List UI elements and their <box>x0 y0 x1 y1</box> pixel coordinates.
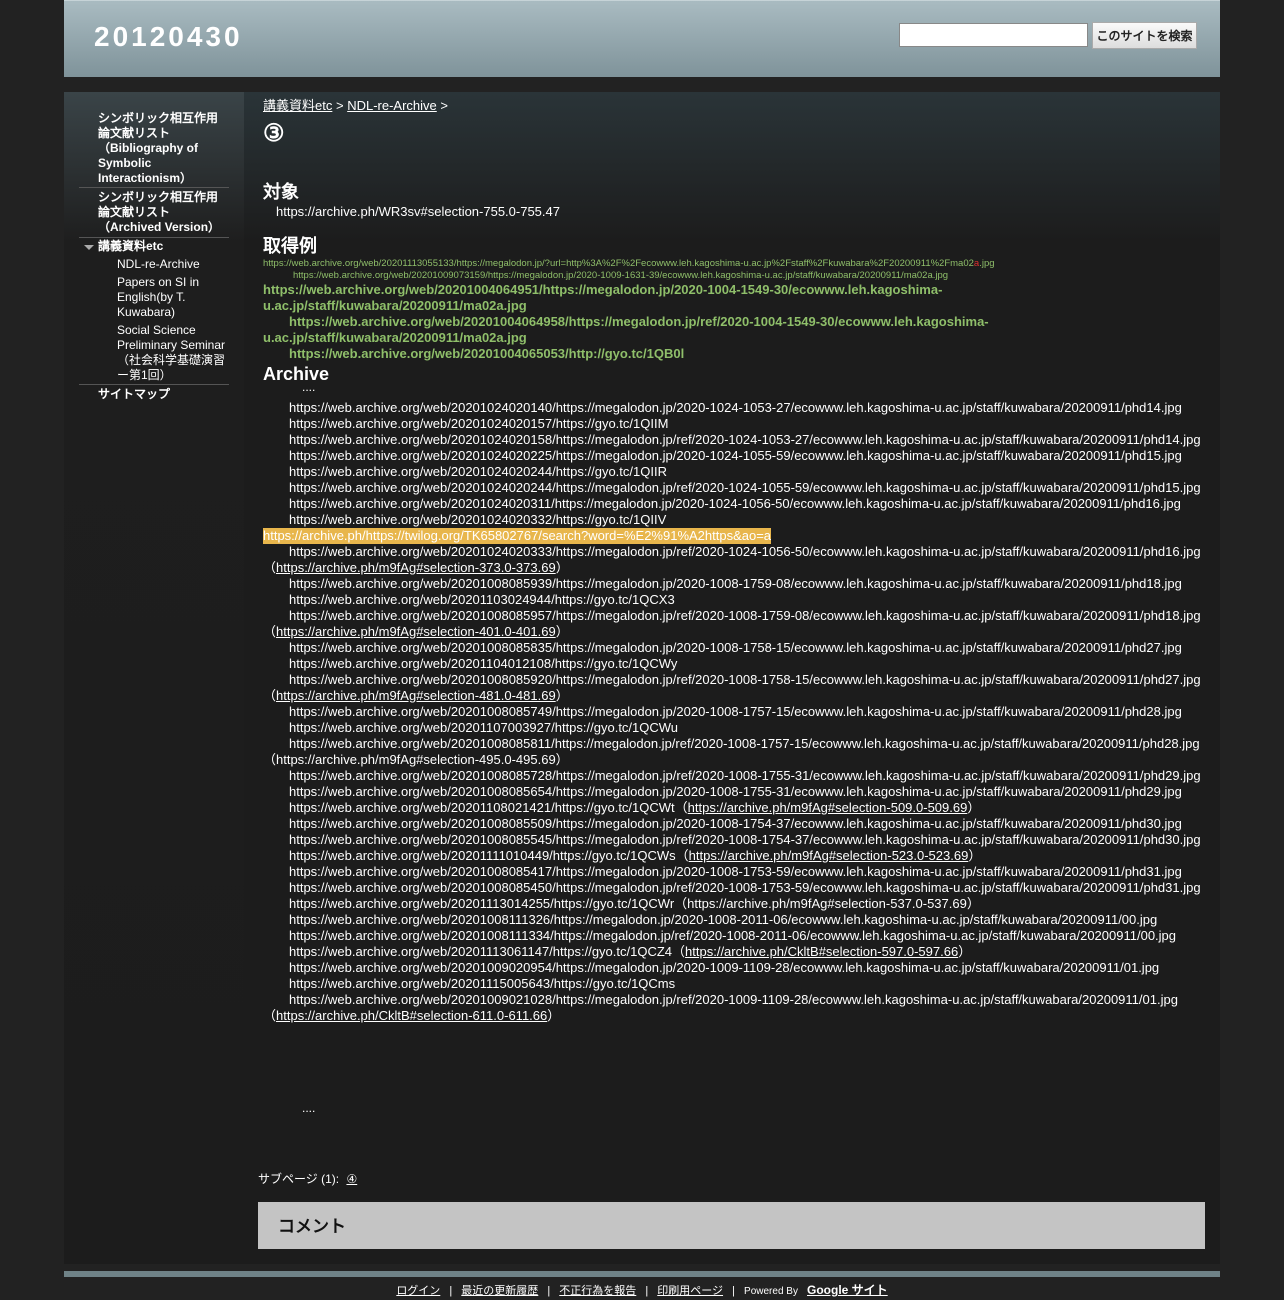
archive-line: https://web.archive.org/web/202010240201… <box>289 400 1182 415</box>
ellipsis: .... <box>302 380 316 394</box>
sidebar: シンボリック相互作用 論文献リスト （Bibliography of Symbolic… <box>64 92 244 1264</box>
example-url-3[interactable]: https://web.archive.org/web/202010040650… <box>289 346 684 362</box>
archive-line: https://web.archive.org/web/202010240203… <box>289 544 1201 559</box>
sidebar-item-lectures[interactable]: 講義資料etc <box>98 239 163 254</box>
archive-line: https://web.archive.org/web/202010081113… <box>289 928 1177 943</box>
heading-target: 対象 <box>263 182 299 202</box>
archive-ref-link[interactable]: https://archive.ph/m9fAg#selection-373.0… <box>276 560 556 575</box>
footer-separator: | <box>547 1285 551 1297</box>
archive-ref-line: （https://archive.ph/CkltB#selection-611.… <box>263 1008 561 1023</box>
sidebar-subitem-seminar[interactable]: Social Science Preliminary Seminar （社会科学基礎… <box>117 323 225 383</box>
target-url: https://archive.ph/WR3sv#selection-755.0… <box>276 204 560 219</box>
breadcrumb-link-ndl[interactable]: NDL-re-Archive <box>347 98 437 113</box>
archive-line: https://web.archive.org/web/202010080854… <box>289 864 1182 879</box>
breadcrumb-link-lectures[interactable]: 講義資料etc <box>263 98 332 113</box>
archive-line: https://web.archive.org/web/202010090209… <box>289 960 1160 975</box>
breadcrumb-separator: > <box>440 98 448 113</box>
breadcrumb: 講義資料etc > NDL-re-Archive > <box>263 98 448 114</box>
archive-line: https://web.archive.org/web/202010240201… <box>289 432 1201 447</box>
footer-login-link[interactable]: ログイン <box>396 1285 440 1297</box>
divider <box>79 384 229 385</box>
archive-line: https://web.archive.org/web/202010080856… <box>289 784 1182 799</box>
heading-example: 取得例 <box>263 236 317 256</box>
footer-separator: | <box>449 1285 453 1297</box>
main-content: 講義資料etc > NDL-re-Archive > ③ 対象 https://… <box>244 92 1220 1264</box>
example-small-url-2[interactable]: https://web.archive.org/web/202010090731… <box>293 270 948 282</box>
expand-arrow-icon[interactable] <box>84 245 94 250</box>
site-header: 20120430 このサイトを検索 <box>64 0 1220 77</box>
footer-google-sites-link[interactable]: Google サイト <box>807 1283 888 1297</box>
archive-line: https://web.archive.org/web/202010080855… <box>289 832 1201 847</box>
archive-line: https://web.archive.org/web/202010080859… <box>289 576 1182 591</box>
footer-report-link[interactable]: 不正行為を報告 <box>559 1285 636 1297</box>
comment-section: コメント <box>258 1202 1205 1249</box>
archive-line: https://web.archive.org/web/202010090210… <box>289 992 1178 1007</box>
archive-ref-line: （https://archive.ph/m9fAg#selection-495.… <box>263 752 569 767</box>
example-small-url-1[interactable]: https://web.archive.org/web/202011130551… <box>263 258 995 270</box>
archive-ref-link[interactable]: https://archive.ph/m9fAg#selection-481.0… <box>276 688 556 703</box>
example-url-1b[interactable]: u.ac.jp/staff/kuwabara/20200911/ma02a.jp… <box>263 298 527 314</box>
sidebar-subitem-papers-si[interactable]: Papers on SI in English(by T. Kuwabara) <box>117 275 199 320</box>
comment-title: コメント <box>278 1217 346 1236</box>
heading-archive: Archive <box>263 364 330 384</box>
sidebar-item-sitemap[interactable]: サイトマップ <box>98 387 170 402</box>
archive-line: https://web.archive.org/web/202010240202… <box>289 448 1182 463</box>
footer-bar <box>64 1271 1220 1277</box>
archive-ref-link[interactable]: https://archive.ph/m9fAg#selection-523.0… <box>689 848 969 863</box>
archive-line: https://web.archive.org/web/202011110104… <box>289 848 982 863</box>
archive-ref-link[interactable]: https://archive.ph/m9fAg#selection-509.0… <box>688 800 968 815</box>
archive-ref-line: （https://archive.ph/m9fAg#selection-373.… <box>263 560 569 575</box>
example-url-2a[interactable]: https://web.archive.org/web/202010040649… <box>289 314 989 330</box>
archive-line: https://web.archive.org/web/202010240202… <box>289 480 1201 495</box>
footer-separator: | <box>732 1285 735 1297</box>
subpages: サブページ (1): ④ <box>258 1171 357 1187</box>
sidebar-item-archived-version[interactable]: シンボリック相互作用 論文献リスト （Archived Version） <box>98 190 220 235</box>
archive-line: https://web.archive.org/web/202010240203… <box>289 496 1181 511</box>
archive-line: https://web.archive.org/web/202010240202… <box>289 464 667 479</box>
archive-line: https://web.archive.org/web/202010080857… <box>289 704 1182 719</box>
highlighted-url[interactable]: https://archive.ph/https://twilog.org/TK… <box>263 528 772 544</box>
archive-line: https://web.archive.org/web/202011130611… <box>289 944 972 959</box>
archive-ref-link[interactable]: https://archive.ph/m9fAg#selection-401.0… <box>276 624 556 639</box>
search-input[interactable] <box>899 23 1088 47</box>
archive-ref-link[interactable]: https://archive.ph/CkltB#selection-597.0… <box>685 944 958 959</box>
example-url-1a[interactable]: https://web.archive.org/web/202010040649… <box>263 282 942 298</box>
archive-ref-line: （https://archive.ph/m9fAg#selection-401.… <box>263 624 569 639</box>
divider <box>79 237 229 238</box>
archive-line: https://web.archive.org/web/202011130142… <box>289 896 980 911</box>
archive-line: https://web.archive.org/web/202010080858… <box>289 736 1200 751</box>
archive-line: https://web.archive.org/web/202011080214… <box>289 800 981 815</box>
archive-line: https://web.archive.org/web/202010080859… <box>289 608 1201 623</box>
search-button[interactable]: このサイトを検索 <box>1092 22 1197 49</box>
archive-line: https://web.archive.org/web/202010080857… <box>289 768 1201 783</box>
archive-line: https://web.archive.org/web/202010081113… <box>289 912 1158 927</box>
archive-line: https://web.archive.org/web/202011070039… <box>289 720 679 735</box>
footer-print-link[interactable]: 印刷用ページ <box>657 1285 723 1297</box>
archive-ref-line: （https://archive.ph/m9fAg#selection-481.… <box>263 688 569 703</box>
site-title[interactable]: 20120430 <box>94 21 243 53</box>
example-url-2b[interactable]: u.ac.jp/staff/kuwabara/20200911/ma02a.jp… <box>263 330 527 346</box>
archive-ref-link[interactable]: https://archive.ph/CkltB#selection-611.0… <box>276 1008 547 1023</box>
page-title: ③ <box>263 120 285 147</box>
breadcrumb-separator: > <box>335 98 344 113</box>
footer-recent-link[interactable]: 最近の更新履歴 <box>461 1285 538 1297</box>
subpage-link[interactable]: ④ <box>346 1172 357 1186</box>
archive-line: https://web.archive.org/web/202011030249… <box>289 592 675 607</box>
ellipsis: .... <box>302 1101 316 1115</box>
footer-separator: | <box>645 1285 649 1297</box>
subpages-label: サブページ (1): <box>258 1172 340 1186</box>
sidebar-item-bibliography[interactable]: シンボリック相互作用 論文献リスト （Bibliography of Symbolic… <box>98 111 218 186</box>
footer-powered-by: Powered By <box>744 1286 798 1297</box>
archive-line: https://web.archive.org/web/202011150056… <box>289 976 676 991</box>
archive-line: https://web.archive.org/web/202010240201… <box>289 416 669 431</box>
divider <box>79 187 229 188</box>
footer: ログイン | 最近の更新履歴 | 不正行為を報告 | 印刷用ページ | Powe… <box>0 1281 1284 1298</box>
sidebar-subitem-ndl-re-archive[interactable]: NDL-re-Archive <box>117 257 200 272</box>
archive-line: https://web.archive.org/web/202010080855… <box>289 816 1182 831</box>
archive-line: https://web.archive.org/web/202010080858… <box>289 640 1182 655</box>
archive-line: https://web.archive.org/web/202011040121… <box>289 656 678 671</box>
archive-line: https://web.archive.org/web/202010080859… <box>289 672 1201 687</box>
archive-line: https://web.archive.org/web/202010240203… <box>289 512 667 527</box>
archive-line: https://web.archive.org/web/202010080854… <box>289 880 1201 895</box>
